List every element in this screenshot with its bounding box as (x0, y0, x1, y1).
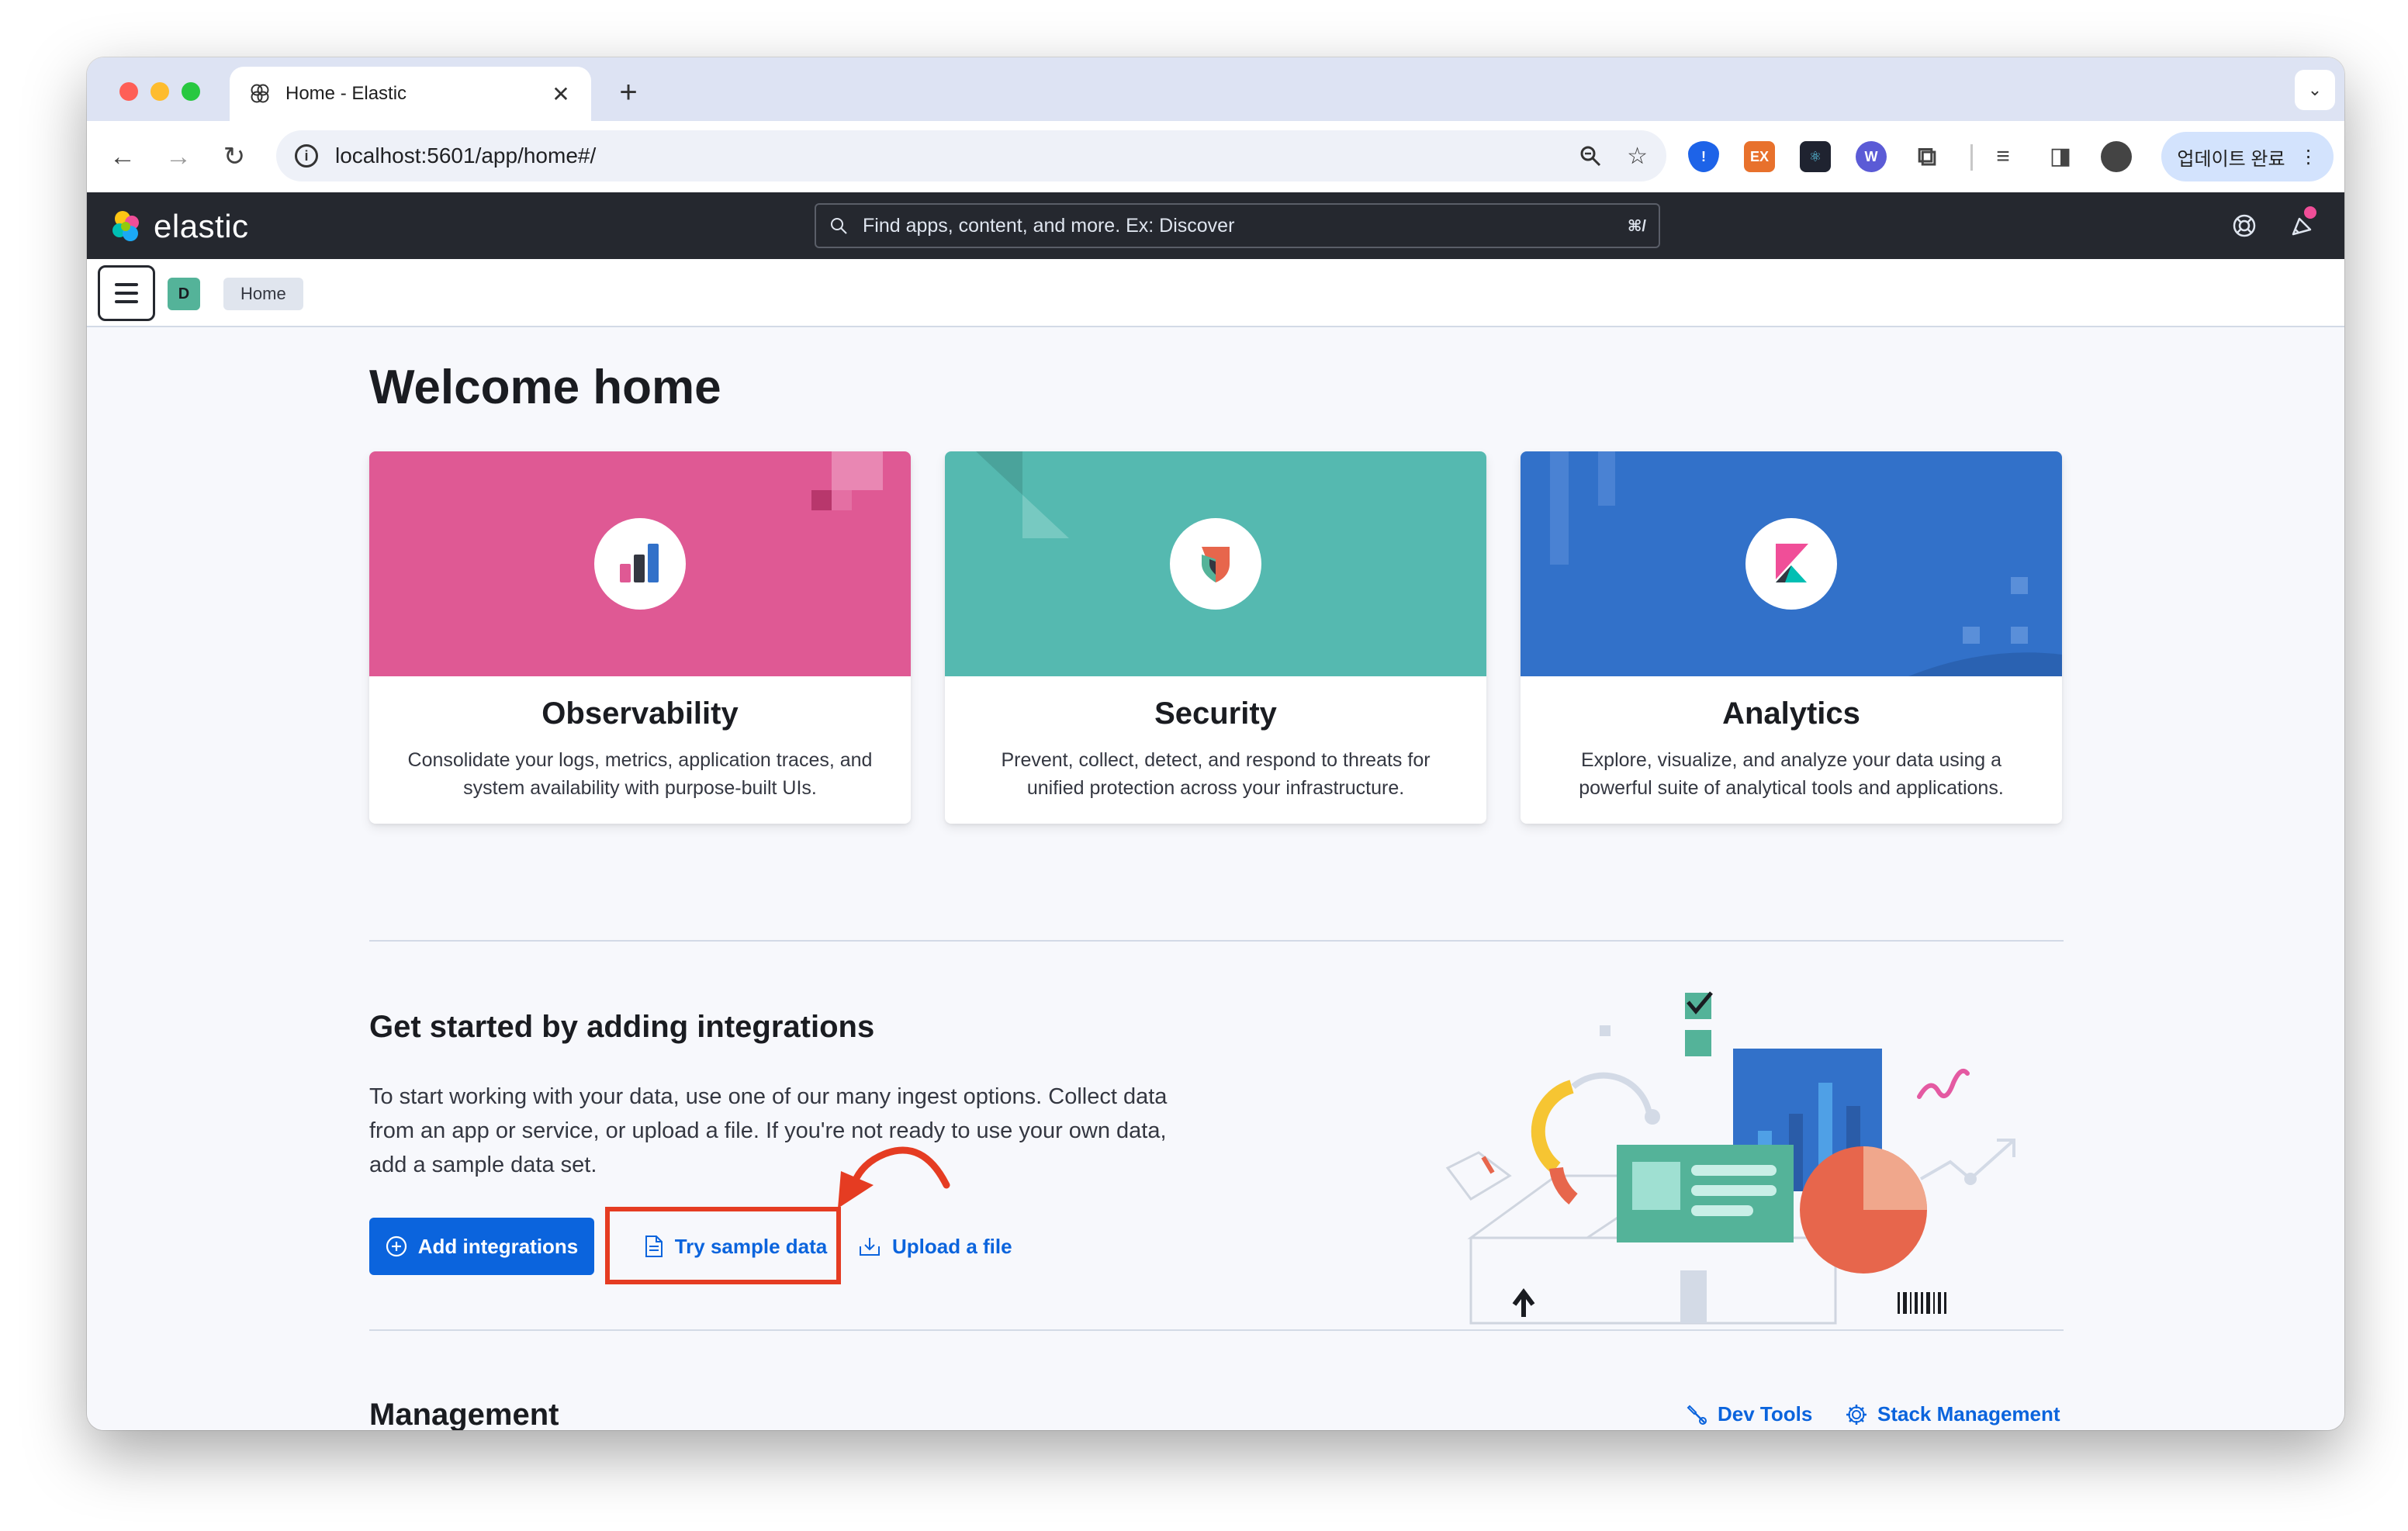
card-banner (1521, 451, 2062, 676)
stack-management-label: Stack Management (1877, 1402, 2060, 1426)
side-panel-icon[interactable]: ◨ (2045, 141, 2076, 172)
elastic-logo[interactable]: elastic (109, 208, 249, 245)
card-description: Consolidate your logs, metrics, applicat… (407, 749, 873, 799)
dev-tools-label: Dev Tools (1718, 1402, 1813, 1426)
update-button[interactable]: 업데이트 완료 ⋮ (2161, 132, 2334, 181)
annotation-highlight-box (605, 1207, 841, 1284)
section-divider (369, 1329, 2064, 1331)
search-icon (831, 218, 847, 234)
brand-name: elastic (154, 208, 249, 244)
add-integrations-button[interactable]: Add integrations (369, 1218, 594, 1275)
integrations-illustration (1445, 991, 2015, 1325)
solution-card-security[interactable]: Security Prevent, collect, detect, and r… (945, 451, 1486, 824)
tab-close-icon[interactable]: ✕ (549, 81, 573, 107)
forward-button[interactable]: → (160, 138, 197, 175)
dev-tools-link[interactable]: Dev Tools (1685, 1402, 1812, 1426)
observability-icon (620, 544, 659, 582)
notification-dot (2304, 206, 2316, 219)
zoom-icon[interactable] (1579, 144, 1602, 168)
minimize-window-button[interactable] (150, 82, 169, 101)
security-shield-icon (1202, 547, 1230, 582)
upload-tray-icon (860, 1238, 880, 1256)
card-title: Observability (541, 696, 739, 731)
stack-management-link[interactable]: Stack Management (1845, 1402, 2060, 1426)
address-bar[interactable]: i localhost:5601/app/home#/ ☆ (276, 130, 1666, 181)
hamburger-line (115, 283, 138, 286)
search-shortcut: ⌘/ (1627, 217, 1646, 235)
address-url[interactable]: localhost:5601/app/home#/ (335, 143, 1554, 168)
browser-toolbar: ← → ↻ i localhost:5601/app/home#/ ☆ ! EX… (87, 121, 2344, 192)
hamburger-line (115, 292, 138, 295)
toolbar-separator (1970, 144, 1973, 171)
elastic-favicon-icon (251, 84, 269, 103)
upload-file-button[interactable]: Upload a file (858, 1218, 1012, 1275)
annotation-arrow-icon (838, 1146, 950, 1208)
new-tab-button[interactable]: + (613, 73, 644, 112)
solution-card-analytics[interactable]: Analytics Explore, visualize, and analyz… (1521, 451, 2062, 824)
management-heading: Management (369, 1398, 559, 1430)
maximize-window-button[interactable] (182, 82, 200, 101)
tab-strip: Home - Elastic ✕ + ⌄ (87, 57, 2344, 121)
card-title: Security (1154, 696, 1277, 731)
profile-avatar[interactable] (2101, 141, 2132, 172)
add-integrations-label: Add integrations (417, 1234, 579, 1258)
nav-menu-button[interactable] (98, 265, 155, 321)
react-devtools-extension-icon[interactable]: ⚛ (1800, 141, 1831, 172)
web-extension-icon[interactable]: W (1856, 141, 1887, 172)
integrations-description: To start working with your data, use one… (369, 1084, 1168, 1177)
tab-title: Home - Elastic (285, 83, 407, 104)
card-description: Prevent, collect, detect, and respond to… (1001, 749, 1431, 799)
search-placeholder: Find apps, content, and more. Ex: Discov… (863, 214, 1235, 237)
section-divider (369, 940, 2064, 942)
card-badge (1170, 518, 1261, 610)
tab-search-button[interactable]: ⌄ (2295, 70, 2335, 110)
breadcrumb-home[interactable]: Home (223, 278, 303, 310)
bookmark-star-icon[interactable]: ☆ (1627, 143, 1648, 170)
close-window-button[interactable] (119, 82, 138, 101)
breadcrumb-bar: D Home (87, 259, 2344, 327)
home-main: Welcome home Observability Consolidate y… (87, 327, 2344, 1430)
card-title: Analytics (1722, 696, 1860, 731)
help-lifebuoy-icon[interactable] (2231, 213, 2258, 239)
page-title: Welcome home (369, 361, 721, 414)
browser-menu-icon[interactable]: ⋮ (2299, 146, 2318, 168)
integrations-heading: Get started by adding integrations (369, 1010, 875, 1044)
card-badge (594, 518, 686, 610)
reload-button[interactable]: ↻ (216, 138, 253, 175)
card-description: Explore, visualize, and analyze your dat… (1579, 749, 2004, 799)
password-manager-extension-icon[interactable]: ! (1688, 141, 1719, 172)
hamburger-line (115, 300, 138, 303)
gear-icon (1846, 1404, 1867, 1425)
update-label: 업데이트 완료 (2177, 148, 2285, 170)
space-avatar[interactable]: D (168, 278, 200, 310)
solution-card-observability[interactable]: Observability Consolidate your logs, met… (369, 451, 911, 824)
ex-extension-icon[interactable]: EX (1744, 141, 1775, 172)
wrench-icon (1687, 1405, 1707, 1425)
browser-tab-active[interactable]: Home - Elastic ✕ (230, 67, 591, 121)
global-search-input[interactable]: Find apps, content, and more. Ex: Discov… (815, 203, 1660, 248)
card-banner (369, 451, 911, 676)
kibana-icon (1776, 544, 1808, 582)
elastic-cluster-icon (112, 211, 139, 241)
card-banner (945, 451, 1486, 676)
upload-file-label: Upload a file (892, 1234, 1012, 1258)
plus-circle-icon (386, 1236, 407, 1257)
back-button[interactable]: ← (104, 138, 141, 175)
site-info-icon[interactable]: i (295, 144, 318, 168)
media-controls-icon[interactable]: ≡ (1988, 141, 2019, 172)
extensions-puzzle-icon[interactable]: ⧉ (1912, 141, 1943, 172)
app-header: elastic Find apps, content, and more. Ex… (87, 192, 2344, 259)
browser-window: Home - Elastic ✕ + ⌄ ← → ↻ i localhost:5… (87, 57, 2344, 1430)
card-badge (1745, 518, 1837, 610)
